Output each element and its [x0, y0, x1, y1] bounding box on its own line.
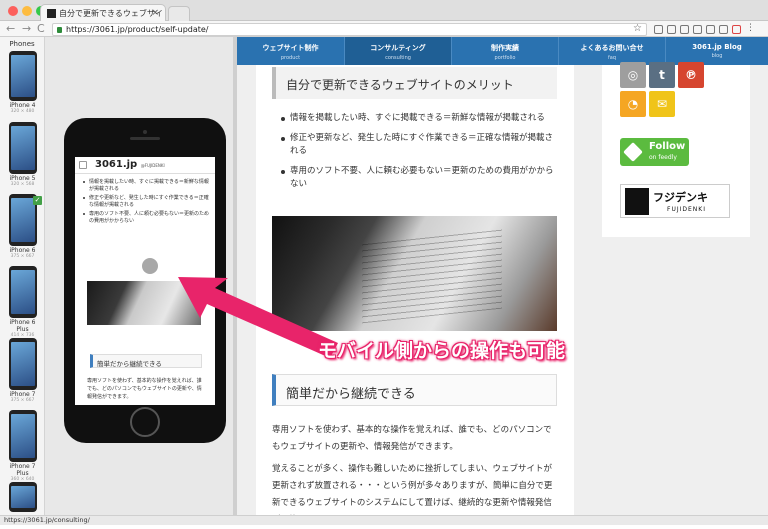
device-item[interactable]: iPhone 4 320 × 480	[6, 51, 39, 114]
logo-text-en: FUJIDENKI	[667, 206, 706, 213]
device-item[interactable]: iPhone 6 Plus 414 × 736	[6, 266, 39, 338]
feedly-subtitle: on feedly	[649, 154, 677, 161]
device-name: iPhone 7	[9, 391, 36, 398]
device-item[interactable]: iPhone 7 375 × 667	[6, 338, 39, 403]
fujidenki-logo[interactable]: フジデンキ FUJIDENKI	[620, 184, 730, 218]
extension-icon-7[interactable]	[732, 25, 741, 34]
annotation-caption: モバイル側からの操作も可能	[318, 340, 566, 362]
extension-icon-2[interactable]	[667, 25, 676, 34]
home-button[interactable]	[130, 407, 160, 437]
status-bar: https://3061.jp/consulting/	[0, 515, 768, 525]
merit-heading: 自分で更新できるウェブサイトのメリット	[272, 67, 557, 99]
speaker-icon	[130, 137, 160, 140]
mobile-article-image	[87, 281, 201, 325]
list-item: 情報を掲載したい時、すぐに掲載できる＝新鮮な情報が掲載される	[281, 112, 560, 125]
device-name: iPhone 6	[9, 247, 36, 254]
status-url: https://3061.jp/consulting/	[4, 516, 90, 524]
back-button[interactable]: ←	[6, 22, 15, 35]
rss-icon[interactable]: ◔	[620, 91, 646, 117]
menu-icon[interactable]: ⋮	[746, 23, 755, 33]
article-photo	[272, 216, 557, 331]
minimize-window-button[interactable]	[22, 6, 32, 16]
mobile-merit-list: 情報を掲載したい時、すぐに掲載できる＝新鮮な情報が掲載される 修正や更新など、発…	[75, 174, 215, 224]
address-bar[interactable]: https://3061.jp/product/self-update/ ☆	[52, 23, 647, 36]
extension-icon-4[interactable]	[693, 25, 702, 34]
extension-icon-1[interactable]	[654, 25, 663, 34]
device-resolution: 375 × 667	[10, 398, 35, 403]
device-name: iPhone 7 Plus	[9, 463, 36, 477]
device-panel-header: Phones	[9, 40, 35, 48]
list-item: 専用のソフト不要、人に頼む必要もない＝更新のための費用がかからない	[83, 211, 210, 224]
device-name: iPhone 5	[9, 175, 36, 182]
iphone-frame: 3061.jp @FUJIDENKI 情報を掲載したい時、すぐに掲載できる＝新鮮…	[64, 118, 226, 443]
feedly-icon	[623, 142, 643, 162]
device-resolution: 320 × 568	[10, 182, 35, 187]
merit-list: 情報を掲載したい時、すぐに掲載できる＝新鮮な情報が掲載される 修正や更新など、発…	[281, 112, 560, 198]
device-resolution: 375 × 667	[10, 254, 35, 259]
extension-icon-3[interactable]	[680, 25, 689, 34]
selected-check-icon: ✓	[33, 196, 42, 205]
nav-item-faq[interactable]: よくあるお問い合せ faq	[559, 37, 666, 65]
browser-tab-bar: 自分で更新できるウェブサイト ×	[0, 0, 768, 21]
extension-icon-6[interactable]	[719, 25, 728, 34]
section-heading: 簡単だから継続できる	[272, 374, 557, 406]
touch-pointer-icon	[142, 258, 158, 274]
list-item: 修正や更新など、発生した時にすぐ作業できる＝正確な情報が掲載される	[83, 195, 209, 208]
browser-tab[interactable]: 自分で更新できるウェブサイト ×	[40, 4, 166, 21]
mail-icon[interactable]: ✉	[649, 91, 675, 117]
forward-button[interactable]: →	[22, 22, 31, 35]
logo-mark-icon	[625, 188, 649, 215]
extension-icon-5[interactable]	[706, 25, 715, 34]
device-name: iPhone 6 Plus	[9, 319, 36, 333]
nav-item-product[interactable]: ウェブサイト制作 product	[237, 37, 345, 65]
list-item: 専用のソフト不要、人に頼む必要もない＝更新のための費用がかからない	[281, 165, 560, 191]
instagram-icon[interactable]: ◎	[620, 62, 646, 88]
device-resolution: 320 × 480	[10, 109, 35, 114]
tab-title: 自分で更新できるウェブサイト	[59, 9, 166, 18]
nav-item-consulting[interactable]: コンサルティング consulting	[345, 37, 452, 65]
device-item[interactable]: iPhone 5 320 × 568	[6, 122, 39, 187]
logo-text-jp: フジデンキ	[653, 191, 708, 204]
feedly-follow-button[interactable]: Follow on feedly	[620, 138, 689, 166]
mobile-logo[interactable]: 3061.jp @FUJIDENKI	[95, 159, 165, 170]
tumblr-icon[interactable]: t	[649, 62, 675, 88]
feedly-title: Follow	[649, 141, 686, 152]
list-item: 情報を掲載したい時、すぐに掲載できる＝新鮮な情報が掲載される	[83, 179, 209, 192]
paragraph: 専用ソフトを使わず、基本的な操作を覚えれば、誰でも、どのパソコンでもウェブサイト…	[272, 425, 552, 452]
lock-icon	[57, 27, 62, 33]
pinterest-icon[interactable]: ℗	[678, 62, 704, 88]
mobile-header: 3061.jp @FUJIDENKI	[75, 157, 215, 174]
tab-close-button[interactable]: ×	[151, 8, 159, 18]
bookmark-star-icon[interactable]: ☆	[633, 23, 642, 34]
nav-item-blog[interactable]: 3061.jp Blog blog	[666, 37, 768, 65]
new-tab-button[interactable]	[168, 6, 190, 21]
hamburger-menu-icon[interactable]	[79, 161, 87, 169]
device-item[interactable]	[6, 482, 39, 512]
close-window-button[interactable]	[8, 6, 18, 16]
mobile-section-heading: 簡単だから継続できる	[90, 354, 202, 368]
favicon-icon	[47, 9, 56, 18]
mobile-paragraph: 専用ソフトを使わず、基本的な操作を覚えれば、誰でも、どのパソコンでもウェブサイト…	[87, 378, 202, 400]
device-item[interactable]: iPhone 7 Plus 360 × 640	[6, 410, 39, 482]
address-url: https://3061.jp/product/self-update/	[66, 25, 209, 34]
camera-icon	[143, 130, 147, 134]
list-item: 修正や更新など、発生した時にすぐ作業できる＝正確な情報が掲載される	[281, 132, 560, 158]
phone-screen[interactable]: 3061.jp @FUJIDENKI 情報を掲載したい時、すぐに掲載できる＝新鮮…	[75, 157, 215, 405]
nav-item-portfolio[interactable]: 制作実績 portfolio	[452, 37, 559, 65]
site-nav: ウェブサイト制作 product コンサルティング consulting 制作実績 p…	[237, 37, 768, 65]
browser-toolbar: ← → C https://3061.jp/product/self-updat…	[0, 21, 768, 37]
reload-button[interactable]: C	[37, 22, 45, 35]
device-name: iPhone 4	[9, 102, 36, 109]
